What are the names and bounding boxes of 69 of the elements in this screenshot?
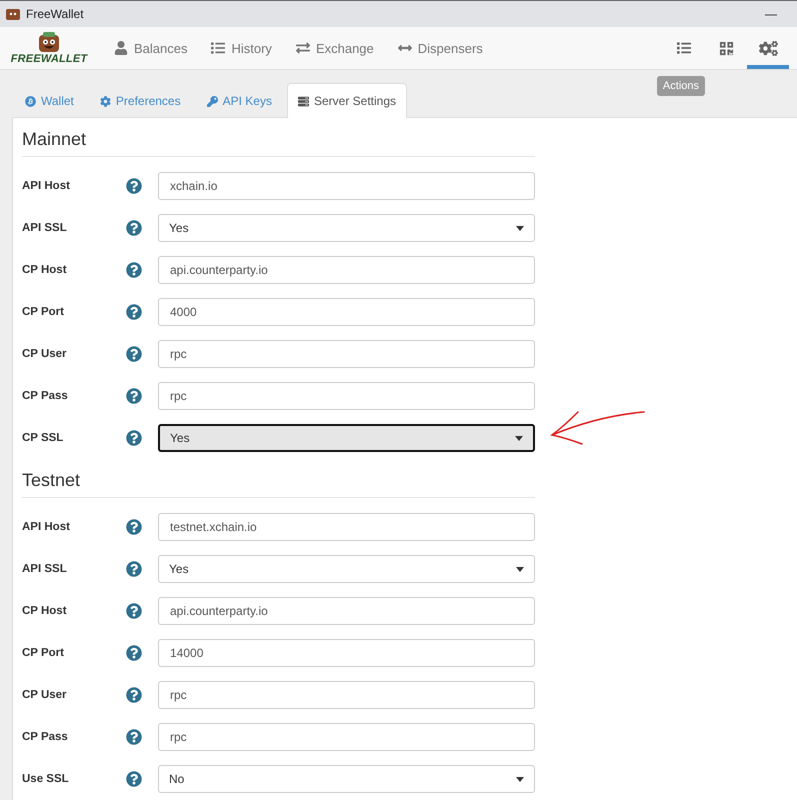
dropdown[interactable]: Yes — [158, 424, 535, 452]
help-icon[interactable] — [126, 771, 142, 787]
caret-icon — [516, 566, 524, 572]
help-icon[interactable] — [126, 178, 142, 194]
field-label: CP SSL — [22, 432, 64, 444]
logo-text: FREEWALLET — [10, 53, 88, 65]
field-label: CP Pass — [22, 390, 69, 402]
field-label: CP User — [22, 348, 68, 360]
section-heading: Mainnet — [22, 118, 535, 157]
list-icon — [211, 41, 226, 55]
help-icon[interactable] — [126, 729, 142, 745]
input-field[interactable]: 14000 — [158, 639, 535, 667]
nav-link[interactable]: History — [199, 27, 284, 69]
settings-icon — [100, 96, 111, 106]
field-label: CP Host — [22, 264, 68, 276]
wallet-mascot-icon — [37, 31, 61, 53]
list-icon — [677, 41, 691, 55]
key-icon — [206, 96, 218, 106]
help-icon[interactable] — [126, 519, 142, 535]
input-field[interactable]: api.counterparty.io — [158, 256, 535, 284]
input-field[interactable]: rpc — [158, 340, 535, 368]
field-label: CP Port — [22, 306, 65, 318]
nav-link[interactable]: Balances — [102, 27, 200, 69]
tab[interactable]: Server Settings — [286, 83, 408, 118]
qr-code-icon — [718, 40, 734, 56]
input-field[interactable]: rpc — [158, 382, 535, 410]
input-field[interactable]: rpc — [158, 681, 535, 709]
tooltip: Actions — [656, 76, 705, 96]
field-label: API SSL — [22, 563, 68, 575]
input-field[interactable]: testnet.xchain.io — [158, 513, 535, 541]
input-field[interactable]: rpc — [158, 723, 535, 751]
help-icon[interactable] — [126, 561, 142, 577]
window-title: FreeWallet — [26, 7, 85, 21]
caret-icon — [516, 776, 524, 782]
user-icon — [114, 41, 128, 55]
help-icon[interactable] — [126, 687, 142, 703]
field-label: API Host — [22, 180, 71, 192]
input-field[interactable]: xchain.io — [158, 172, 535, 200]
section-heading: Testnet — [22, 459, 535, 498]
help-icon[interactable] — [126, 645, 142, 661]
minimize-button[interactable]: — — [751, 7, 791, 21]
help-icon[interactable] — [126, 304, 142, 320]
dropdown[interactable]: No — [158, 765, 535, 793]
field-label: CP Pass — [22, 731, 69, 743]
nav-link[interactable]: Exchange — [284, 27, 386, 69]
server-icon — [298, 96, 309, 106]
help-icon[interactable] — [126, 262, 142, 278]
dropdown[interactable]: Yes — [158, 214, 535, 242]
app-icon — [6, 8, 20, 20]
field-label: CP Port — [22, 647, 65, 659]
exchange-icon — [296, 41, 310, 55]
field-label: API SSL — [22, 222, 68, 234]
caret-icon — [515, 436, 523, 440]
input-field[interactable]: api.counterparty.io — [158, 597, 535, 625]
dropdown[interactable]: Yes — [158, 555, 535, 583]
help-icon[interactable] — [126, 346, 142, 362]
field-label: API Host — [22, 521, 71, 533]
nav-link[interactable]: Dispensers — [386, 27, 495, 69]
field-label: Use SSL — [22, 773, 70, 785]
help-icon[interactable] — [126, 603, 142, 619]
field-label: CP Host — [22, 605, 68, 617]
bitcoin-icon — [25, 96, 36, 106]
gears-icon — [758, 38, 778, 58]
help-icon[interactable] — [126, 388, 142, 404]
help-icon[interactable] — [126, 430, 142, 446]
help-icon[interactable] — [126, 220, 142, 236]
field-label: CP User — [22, 689, 68, 701]
input-field[interactable]: 4000 — [158, 298, 535, 326]
caret-icon — [516, 226, 524, 230]
